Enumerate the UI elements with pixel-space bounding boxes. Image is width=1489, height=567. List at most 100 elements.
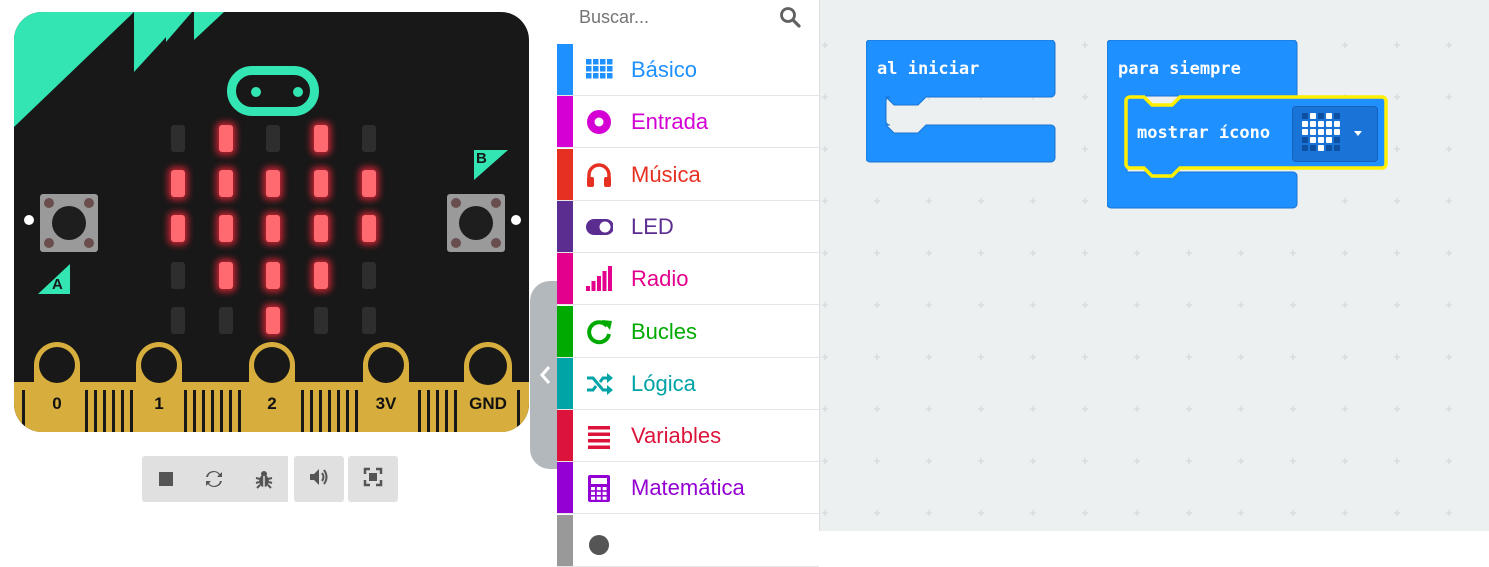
- touch-logo-icon[interactable]: [227, 66, 319, 116]
- pin-pad-2[interactable]: [249, 342, 295, 432]
- search-icon[interactable]: [779, 6, 801, 28]
- led-r3-c3: [314, 262, 328, 289]
- pin-hole: [254, 347, 290, 383]
- led-r0-c2: [266, 125, 280, 152]
- pin-pad-3v[interactable]: [363, 342, 409, 432]
- edge-strip: [229, 390, 232, 432]
- sim-main-controls: [142, 456, 288, 502]
- toolbox-category-variables[interactable]: Variables: [557, 410, 819, 463]
- toolbox-category-next[interactable]: [557, 514, 819, 567]
- logo-eye-right: [293, 87, 303, 97]
- on-start-block[interactable]: al iniciar: [866, 40, 1058, 165]
- mute-icon: [308, 467, 330, 492]
- mute-button[interactable]: [294, 456, 344, 502]
- pin-pad-0[interactable]: [34, 342, 80, 432]
- toolbox-category-básico[interactable]: Básico: [557, 44, 819, 96]
- stop-icon[interactable]: [156, 469, 176, 489]
- led-r1-c1: [219, 170, 233, 197]
- edge-strip: [310, 390, 313, 432]
- forever-label: para siempre: [1118, 59, 1241, 79]
- led-r4-c4: [362, 307, 376, 334]
- edge-strip: [103, 390, 106, 432]
- signal-bars-icon: [585, 265, 613, 293]
- edge-strip: [301, 390, 304, 432]
- led-r4-c0: [171, 307, 185, 334]
- edge-strip: [418, 390, 421, 432]
- toolbox-category-bucles[interactable]: Bucles: [557, 305, 819, 358]
- pin-pad-1[interactable]: [136, 342, 182, 432]
- toolbox-category-música[interactable]: Música: [557, 148, 819, 201]
- edge-strip: [22, 390, 25, 432]
- pin-hole: [469, 347, 507, 385]
- button-b-label: B: [476, 150, 487, 167]
- debug-icon[interactable]: [253, 468, 275, 490]
- edge-hole-left: [24, 215, 34, 225]
- led-r0-c4: [362, 125, 376, 152]
- toolbox-category-led[interactable]: LED: [557, 200, 819, 253]
- fullscreen-icon: [363, 467, 383, 492]
- edge-strip: [337, 390, 340, 432]
- toolbox-category-matemática[interactable]: Matemática: [557, 462, 819, 515]
- category-color-bar: [557, 305, 573, 357]
- led-r2-c4: [362, 215, 376, 242]
- category-label: Música: [631, 161, 701, 187]
- toggle-icon: [585, 213, 614, 241]
- toolbox-category-radio[interactable]: Radio: [557, 253, 819, 306]
- category-color-bar: [557, 148, 573, 200]
- icon-dropdown[interactable]: [1292, 106, 1378, 162]
- category-label: Radio: [631, 266, 689, 292]
- led-r2-c0: [171, 215, 185, 242]
- pin-label-gnd: GND: [469, 394, 507, 413]
- collapse-simulator-button[interactable]: [530, 281, 560, 469]
- on-start-label: al iniciar: [877, 59, 979, 79]
- category-color-bar: [557, 462, 573, 514]
- chevron-down-icon: [1354, 131, 1362, 136]
- category-color-bar: [557, 357, 573, 409]
- edge-strip: [436, 390, 439, 432]
- edge-hole-right: [511, 215, 521, 225]
- led-r4-c1: [219, 307, 233, 334]
- edge-strip: [211, 390, 214, 432]
- category-color-bar: [557, 44, 573, 95]
- category-color-bar: [557, 200, 573, 252]
- led-r2-c1: [219, 215, 233, 242]
- edge-strip: [445, 390, 448, 432]
- led-r0-c0: [171, 125, 185, 152]
- led-r0-c3: [314, 125, 328, 152]
- button-a-label: A: [52, 276, 63, 293]
- led-r1-c0: [171, 170, 185, 197]
- led-r3-c1: [219, 262, 233, 289]
- button-a-cap: [52, 206, 86, 240]
- led-r3-c0: [171, 262, 185, 289]
- category-color-bar: [557, 410, 573, 462]
- pin-label-1: 1: [154, 394, 164, 413]
- edge-strip: [454, 390, 457, 432]
- button-a[interactable]: [40, 194, 98, 252]
- led-r2-c2: [266, 215, 280, 242]
- edge-strip: [85, 390, 88, 432]
- led-r3-c2: [266, 262, 280, 289]
- restart-icon[interactable]: [204, 469, 224, 489]
- search-input[interactable]: [557, 0, 809, 34]
- pin-hole: [141, 347, 177, 383]
- category-label: Bucles: [631, 318, 698, 344]
- heart-icon: [1302, 113, 1362, 151]
- led-r0-c1: [219, 125, 233, 152]
- category-label: Entrada: [631, 109, 709, 135]
- led-r2-c3: [314, 215, 328, 242]
- toolbox-category-lógica[interactable]: Lógica: [557, 357, 819, 410]
- microbit-board: A B 0 1 2 3V GND: [14, 12, 529, 432]
- category-color-bar: [557, 253, 573, 305]
- pin-hole: [368, 347, 404, 383]
- pin-pad-gnd[interactable]: [464, 342, 512, 432]
- led-r1-c2: [266, 170, 280, 197]
- button-b[interactable]: [447, 194, 505, 252]
- chevron-left-icon: [540, 366, 551, 384]
- toolbox-category-entrada[interactable]: Entrada: [557, 96, 819, 149]
- fullscreen-button[interactable]: [348, 456, 398, 502]
- logo-eye-left: [251, 87, 261, 97]
- blocks-workspace[interactable]: al iniciar para siempre mostrar ícono: [820, 0, 1489, 531]
- pin-label-2: 2: [267, 394, 277, 413]
- edge-strip: [346, 390, 349, 432]
- category-label: Lógica: [631, 370, 696, 396]
